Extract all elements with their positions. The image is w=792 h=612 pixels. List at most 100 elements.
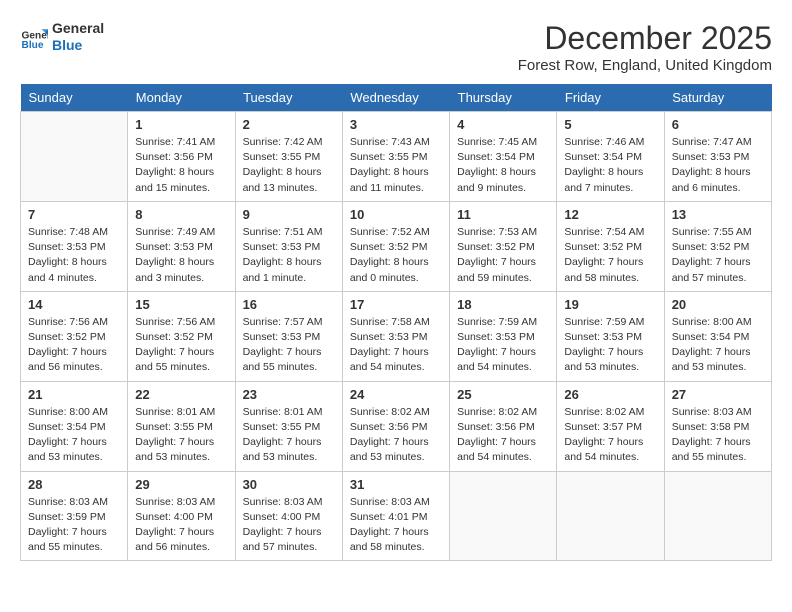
- logo: General Blue General Blue: [20, 20, 104, 54]
- calendar-week-5: 28 Sunrise: 8:03 AMSunset: 3:59 PMDayligh…: [21, 471, 772, 561]
- calendar-cell: 13 Sunrise: 7:55 AMSunset: 3:52 PMDayligh…: [664, 201, 771, 291]
- header-wednesday: Wednesday: [342, 84, 449, 112]
- header-thursday: Thursday: [450, 84, 557, 112]
- calendar-cell: 12 Sunrise: 7:54 AMSunset: 3:52 PMDayligh…: [557, 201, 664, 291]
- day-number: 19: [564, 297, 656, 312]
- day-number: 9: [243, 207, 335, 222]
- header-monday: Monday: [128, 84, 235, 112]
- calendar-cell: 2 Sunrise: 7:42 AMSunset: 3:55 PMDaylight…: [235, 112, 342, 202]
- day-number: 30: [243, 477, 335, 492]
- location: Forest Row, England, United Kingdom: [518, 57, 772, 74]
- header-saturday: Saturday: [664, 84, 771, 112]
- calendar-cell: 29 Sunrise: 8:03 AMSunset: 4:00 PMDayligh…: [128, 471, 235, 561]
- day-number: 6: [672, 117, 764, 132]
- cell-content: Sunrise: 7:57 AMSunset: 3:53 PMDaylight:…: [243, 315, 335, 376]
- day-number: 29: [135, 477, 227, 492]
- calendar-cell: 4Sunrise: 7:45 AMSunset: 3:54 PMDaylight…: [450, 112, 557, 202]
- calendar-cell: 15 Sunrise: 7:56 AMSunset: 3:52 PMDayligh…: [128, 291, 235, 381]
- cell-content: Sunrise: 8:02 AMSunset: 3:57 PMDaylight:…: [564, 405, 656, 466]
- day-number: 15: [135, 297, 227, 312]
- cell-content: Sunrise: 7:58 AMSunset: 3:53 PMDaylight:…: [350, 315, 442, 376]
- day-number: 23: [243, 387, 335, 402]
- day-number: 28: [28, 477, 120, 492]
- calendar-week-3: 14 Sunrise: 7:56 AMSunset: 3:52 PMDayligh…: [21, 291, 772, 381]
- calendar-week-2: 7 Sunrise: 7:48 AMSunset: 3:53 PMDaylight…: [21, 201, 772, 291]
- day-number: 25: [457, 387, 549, 402]
- calendar-cell: 21 Sunrise: 8:00 AMSunset: 3:54 PMDayligh…: [21, 381, 128, 471]
- calendar-cell: 17 Sunrise: 7:58 AMSunset: 3:53 PMDayligh…: [342, 291, 449, 381]
- day-number: 8: [135, 207, 227, 222]
- svg-text:Blue: Blue: [22, 40, 44, 51]
- cell-content: Sunrise: 8:03 AMSunset: 3:58 PMDaylight:…: [672, 405, 764, 466]
- cell-content: Sunrise: 7:52 AMSunset: 3:52 PMDaylight:…: [350, 225, 442, 286]
- calendar-cell: [664, 471, 771, 561]
- day-number: 10: [350, 207, 442, 222]
- cell-content: Sunrise: 8:03 AMSunset: 3:59 PMDaylight:…: [28, 495, 120, 556]
- calendar-cell: 19Sunrise: 7:59 AMSunset: 3:53 PMDayligh…: [557, 291, 664, 381]
- calendar-cell: 7 Sunrise: 7:48 AMSunset: 3:53 PMDaylight…: [21, 201, 128, 291]
- calendar-cell: 25 Sunrise: 8:02 AMSunset: 3:56 PMDayligh…: [450, 381, 557, 471]
- cell-content: Sunrise: 8:00 AMSunset: 3:54 PMDaylight:…: [28, 405, 120, 466]
- cell-content: Sunrise: 8:03 AMSunset: 4:00 PMDaylight:…: [135, 495, 227, 556]
- calendar-cell: 11 Sunrise: 7:53 AMSunset: 3:52 PMDayligh…: [450, 201, 557, 291]
- logo-blue: Blue: [52, 37, 104, 54]
- calendar-cell: 9 Sunrise: 7:51 AMSunset: 3:53 PMDaylight…: [235, 201, 342, 291]
- day-number: 11: [457, 207, 549, 222]
- day-number: 2: [243, 117, 335, 132]
- cell-content: Sunrise: 7:53 AMSunset: 3:52 PMDaylight:…: [457, 225, 549, 286]
- header-sunday: Sunday: [21, 84, 128, 112]
- calendar-cell: 10 Sunrise: 7:52 AMSunset: 3:52 PMDayligh…: [342, 201, 449, 291]
- cell-content: Sunrise: 7:48 AMSunset: 3:53 PMDaylight:…: [28, 225, 120, 286]
- cell-content: Sunrise: 7:45 AMSunset: 3:54 PMDaylight:…: [457, 135, 549, 196]
- cell-content: Sunrise: 7:56 AMSunset: 3:52 PMDaylight:…: [28, 315, 120, 376]
- calendar-table: SundayMondayTuesdayWednesdayThursdayFrid…: [20, 84, 772, 561]
- calendar-cell: 28 Sunrise: 8:03 AMSunset: 3:59 PMDayligh…: [21, 471, 128, 561]
- title-block: December 2025 Forest Row, England, Unite…: [518, 20, 772, 74]
- day-number: 22: [135, 387, 227, 402]
- cell-content: Sunrise: 8:02 AMSunset: 3:56 PMDaylight:…: [457, 405, 549, 466]
- calendar-cell: 26 Sunrise: 8:02 AMSunset: 3:57 PMDayligh…: [557, 381, 664, 471]
- day-number: 20: [672, 297, 764, 312]
- calendar-cell: 16 Sunrise: 7:57 AMSunset: 3:53 PMDayligh…: [235, 291, 342, 381]
- cell-content: Sunrise: 7:51 AMSunset: 3:53 PMDaylight:…: [243, 225, 335, 286]
- cell-content: Sunrise: 8:00 AMSunset: 3:54 PMDaylight:…: [672, 315, 764, 376]
- cell-content: Sunrise: 7:56 AMSunset: 3:52 PMDaylight:…: [135, 315, 227, 376]
- day-number: 17: [350, 297, 442, 312]
- calendar-cell: 27 Sunrise: 8:03 AMSunset: 3:58 PMDayligh…: [664, 381, 771, 471]
- month-title: December 2025: [518, 20, 772, 57]
- day-number: 14: [28, 297, 120, 312]
- cell-content: Sunrise: 7:46 AMSunset: 3:54 PMDaylight:…: [564, 135, 656, 196]
- day-number: 18: [457, 297, 549, 312]
- calendar-cell: 1 Sunrise: 7:41 AMSunset: 3:56 PMDaylight…: [128, 112, 235, 202]
- day-number: 13: [672, 207, 764, 222]
- calendar-cell: 3 Sunrise: 7:43 AMSunset: 3:55 PMDaylight…: [342, 112, 449, 202]
- cell-content: Sunrise: 8:03 AMSunset: 4:01 PMDaylight:…: [350, 495, 442, 556]
- cell-content: Sunrise: 8:03 AMSunset: 4:00 PMDaylight:…: [243, 495, 335, 556]
- logo-general: General: [52, 20, 104, 37]
- cell-content: Sunrise: 7:41 AMSunset: 3:56 PMDaylight:…: [135, 135, 227, 196]
- calendar-cell: 30 Sunrise: 8:03 AMSunset: 4:00 PMDayligh…: [235, 471, 342, 561]
- cell-content: Sunrise: 7:49 AMSunset: 3:53 PMDaylight:…: [135, 225, 227, 286]
- day-number: 24: [350, 387, 442, 402]
- cell-content: Sunrise: 7:55 AMSunset: 3:52 PMDaylight:…: [672, 225, 764, 286]
- day-number: 31: [350, 477, 442, 492]
- day-number: 1: [135, 117, 227, 132]
- day-number: 26: [564, 387, 656, 402]
- day-number: 3: [350, 117, 442, 132]
- day-number: 21: [28, 387, 120, 402]
- calendar-week-1: 1 Sunrise: 7:41 AMSunset: 3:56 PMDaylight…: [21, 112, 772, 202]
- cell-content: Sunrise: 7:43 AMSunset: 3:55 PMDaylight:…: [350, 135, 442, 196]
- calendar-cell: 18Sunrise: 7:59 AMSunset: 3:53 PMDayligh…: [450, 291, 557, 381]
- day-number: 12: [564, 207, 656, 222]
- calendar-cell: 8 Sunrise: 7:49 AMSunset: 3:53 PMDaylight…: [128, 201, 235, 291]
- cell-content: Sunrise: 7:42 AMSunset: 3:55 PMDaylight:…: [243, 135, 335, 196]
- day-number: 5: [564, 117, 656, 132]
- calendar-cell: [21, 112, 128, 202]
- day-number: 7: [28, 207, 120, 222]
- calendar-header-row: SundayMondayTuesdayWednesdayThursdayFrid…: [21, 84, 772, 112]
- day-number: 16: [243, 297, 335, 312]
- calendar-cell: 14 Sunrise: 7:56 AMSunset: 3:52 PMDayligh…: [21, 291, 128, 381]
- day-number: 27: [672, 387, 764, 402]
- cell-content: Sunrise: 7:54 AMSunset: 3:52 PMDaylight:…: [564, 225, 656, 286]
- calendar-cell: 23Sunrise: 8:01 AMSunset: 3:55 PMDayligh…: [235, 381, 342, 471]
